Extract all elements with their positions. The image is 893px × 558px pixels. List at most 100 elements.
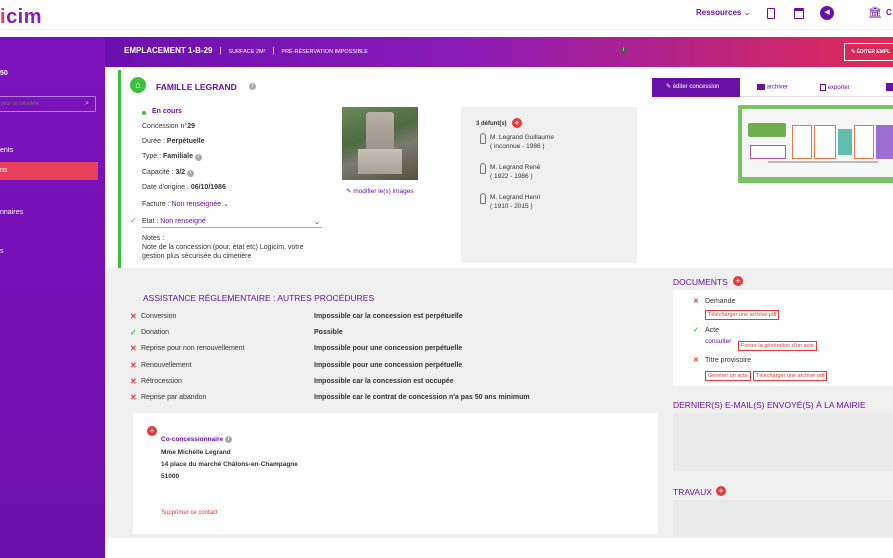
info-icon[interactable]: i bbox=[224, 436, 232, 443]
status-dot-icon bbox=[142, 111, 146, 115]
travaux-panel bbox=[673, 500, 893, 536]
procedure-label: Renouvellement bbox=[141, 362, 192, 369]
back-arrow-icon[interactable]: ◀ bbox=[820, 6, 834, 20]
notes-text: Note de la concession (pour, état etc) L… bbox=[142, 244, 304, 260]
defunts-panel bbox=[461, 107, 637, 263]
info-icon[interactable]: i bbox=[187, 170, 195, 177]
type: Type : Familiale i bbox=[142, 153, 202, 161]
archive-icon bbox=[757, 84, 765, 90]
family-title: FAMILLE LEGRAND bbox=[156, 82, 237, 92]
archive-tab[interactable]: archiver bbox=[757, 84, 788, 91]
sidebar bbox=[0, 37, 105, 558]
procedure-label: Rétrocession bbox=[141, 378, 182, 385]
sidebar-search-input[interactable] bbox=[0, 97, 77, 111]
contact-name: Mme Michèlle Legrand bbox=[161, 449, 231, 456]
sidebar-item-ents[interactable]: ents bbox=[0, 147, 13, 154]
notes-label: Notes : bbox=[142, 235, 165, 242]
generate-act-link[interactable]: Générer un acte bbox=[705, 371, 751, 381]
defunt-item[interactable]: M. Legrand Guillaume( inconnue - 1986 ) bbox=[490, 133, 554, 151]
banner-text: EMPLACEMENT 1-B-29 | SURFACE 2M² | PRÉ-R… bbox=[124, 46, 368, 55]
check-icon: ✓ bbox=[130, 328, 137, 337]
cross-icon: ✕ bbox=[130, 393, 137, 402]
export-icon bbox=[820, 84, 826, 91]
force-generation-link[interactable]: Forcer la génération d'un acte bbox=[738, 341, 817, 351]
defunt-item[interactable]: M. Legrand Henri( 1910 - 2015 ) bbox=[490, 193, 540, 211]
capacity: Capacité : 3/2 i bbox=[142, 169, 195, 177]
contact-zip: 51000 bbox=[161, 473, 180, 480]
documents-title: DOCUMENTS bbox=[673, 277, 728, 287]
location-title: EMPLACEMENT 1-B-29 bbox=[124, 46, 213, 55]
info-icon[interactable]: i bbox=[620, 47, 627, 54]
download-pdf-link[interactable]: Télécharger une archive pdf bbox=[753, 371, 828, 381]
cross-icon: ✕ bbox=[693, 298, 699, 305]
defunts-title: 3 défunt(s) bbox=[476, 121, 507, 127]
top-bar bbox=[0, 0, 893, 30]
document-label: Titre provisoire bbox=[705, 357, 752, 364]
emails-panel bbox=[673, 413, 893, 471]
user-initial[interactable]: C bbox=[886, 8, 892, 17]
modify-images-link[interactable]: ✎ modifier le(s) images bbox=[346, 187, 414, 195]
check-icon: ✓ bbox=[693, 327, 699, 334]
trash-icon[interactable] bbox=[886, 83, 893, 91]
edit-concession-tab[interactable]: ✎ éditer concession bbox=[652, 78, 740, 97]
origin-date: Date d'origine : 06/10/1986 bbox=[142, 184, 226, 191]
assistance-panel bbox=[105, 268, 667, 413]
procedure-value: Impossible car la concession est perpétu… bbox=[314, 313, 463, 320]
delete-contact-link[interactable]: Supprimer ce contact bbox=[161, 510, 218, 516]
contact-role: Co-concessionnaire i bbox=[161, 436, 232, 443]
invoice: Facture : Non renseignée ⌄ bbox=[142, 201, 229, 208]
grave-photo[interactable] bbox=[342, 107, 418, 180]
info-icon[interactable]: i bbox=[194, 154, 202, 161]
procedure-label: Donation bbox=[141, 329, 170, 336]
add-contact-icon[interactable]: + bbox=[147, 426, 157, 436]
contact-address: 14 place du marché Châlons-en-Champagne bbox=[161, 461, 298, 468]
sidebar-search-box[interactable]: ⌕ bbox=[0, 96, 96, 112]
check-icon: ✓ bbox=[130, 216, 137, 225]
cross-icon: ✕ bbox=[693, 357, 699, 364]
add-defunt-icon[interactable]: + bbox=[512, 118, 522, 128]
status-bar bbox=[118, 70, 121, 268]
cross-icon: ✕ bbox=[130, 377, 137, 386]
city-hall-icon[interactable]: 🏛 bbox=[868, 6, 882, 19]
invoice-select[interactable]: Non renseignée ⌄ bbox=[172, 201, 229, 208]
sidebar-item-s[interactable]: s bbox=[0, 248, 4, 255]
procedure-value: Impossible car la concession est occupée bbox=[314, 378, 454, 385]
state-select[interactable]: Etat : Non renseigné ⌄ bbox=[142, 218, 322, 228]
add-travaux-icon[interactable]: + bbox=[716, 486, 726, 496]
procedure-value: Possible bbox=[314, 329, 343, 336]
document-icon[interactable] bbox=[767, 8, 775, 19]
pencil-icon: ✎ bbox=[346, 188, 352, 195]
sidebar-item-active[interactable]: ns bbox=[0, 162, 98, 180]
procedure-value: Impossible car le contrat de concession … bbox=[314, 394, 530, 401]
info-icon[interactable]: i bbox=[249, 83, 256, 90]
resources-menu[interactable]: Ressources ⌄ bbox=[696, 8, 750, 17]
tombstone-icon bbox=[480, 163, 486, 174]
calendar-icon[interactable] bbox=[794, 8, 804, 19]
procedure-label: Conversion bbox=[141, 313, 177, 320]
prereservation-info: PRÉ-RÉSERVATION IMPOSSIBLE bbox=[281, 49, 368, 55]
cemetery-map[interactable] bbox=[738, 105, 893, 183]
download-pdf-link[interactable]: Télécharger une archive pdf bbox=[705, 310, 780, 320]
search-icon: ⌕ bbox=[85, 100, 89, 107]
assistance-title: ASSISTANCE RÉGLEMENTAIRE : AUTRES PROCÉD… bbox=[143, 293, 375, 303]
export-tab[interactable]: exporter bbox=[820, 84, 850, 91]
pencil-icon: ✎ bbox=[666, 84, 672, 90]
defunt-item[interactable]: M. Legrand René( 1922 - 1986 ) bbox=[490, 163, 540, 181]
sidebar-item-nnaires[interactable]: nnaires bbox=[0, 209, 23, 216]
procedure-label: Reprise pour non renouvellement bbox=[141, 345, 245, 352]
tombstone-icon bbox=[480, 193, 486, 204]
app-logo[interactable]: igicimcim bbox=[0, 6, 42, 29]
tombstone-icon bbox=[480, 133, 486, 144]
cross-icon: ✕ bbox=[130, 361, 137, 370]
edit-location-button[interactable]: ✎ ÉDITER EMPL bbox=[844, 43, 893, 61]
concession-number: Concession n°29 bbox=[142, 123, 196, 130]
cross-icon: ✕ bbox=[130, 312, 137, 321]
status-text: En cours bbox=[152, 108, 182, 115]
consult-link[interactable]: consulter bbox=[705, 338, 731, 345]
add-document-icon[interactable]: + bbox=[733, 276, 743, 286]
procedure-value: Impossible pour une concession perpétuel… bbox=[314, 345, 463, 352]
chevron-down-icon: ⌄ bbox=[743, 8, 751, 17]
travaux-title: TRAVAUX bbox=[673, 487, 712, 497]
sidebar-item-label: ns bbox=[0, 167, 8, 174]
surface-info: SURFACE 2M² bbox=[228, 49, 266, 55]
